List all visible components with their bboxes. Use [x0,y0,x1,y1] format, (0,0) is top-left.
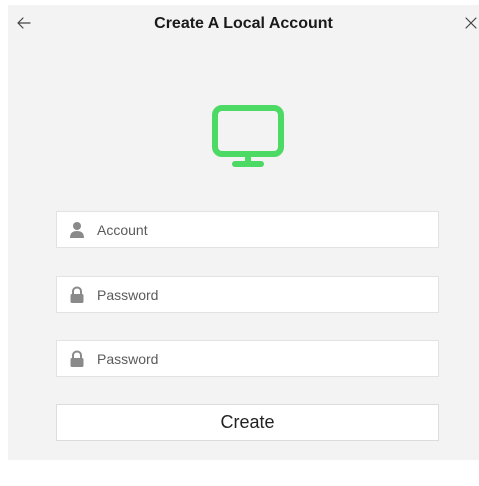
close-button[interactable] [456,8,479,38]
confirm-password-input[interactable] [97,341,438,376]
dialog-title: Create A Local Account [154,15,333,32]
lock-icon [67,349,87,369]
confirm-password-field[interactable] [56,340,439,377]
password-input[interactable] [97,277,438,312]
account-input[interactable] [97,212,438,247]
create-button[interactable]: Create [56,404,439,441]
create-account-dialog: Create A Local Account Account Create [8,5,479,460]
user-icon [67,220,87,240]
back-button[interactable] [8,8,40,38]
arrow-left-icon [17,17,31,29]
account-field[interactable] [56,211,439,248]
title-bar: Create A Local Account [8,5,479,43]
password-field[interactable] [56,276,439,313]
lock-icon [67,285,87,305]
close-icon [465,17,477,29]
monitor-icon [212,105,284,167]
